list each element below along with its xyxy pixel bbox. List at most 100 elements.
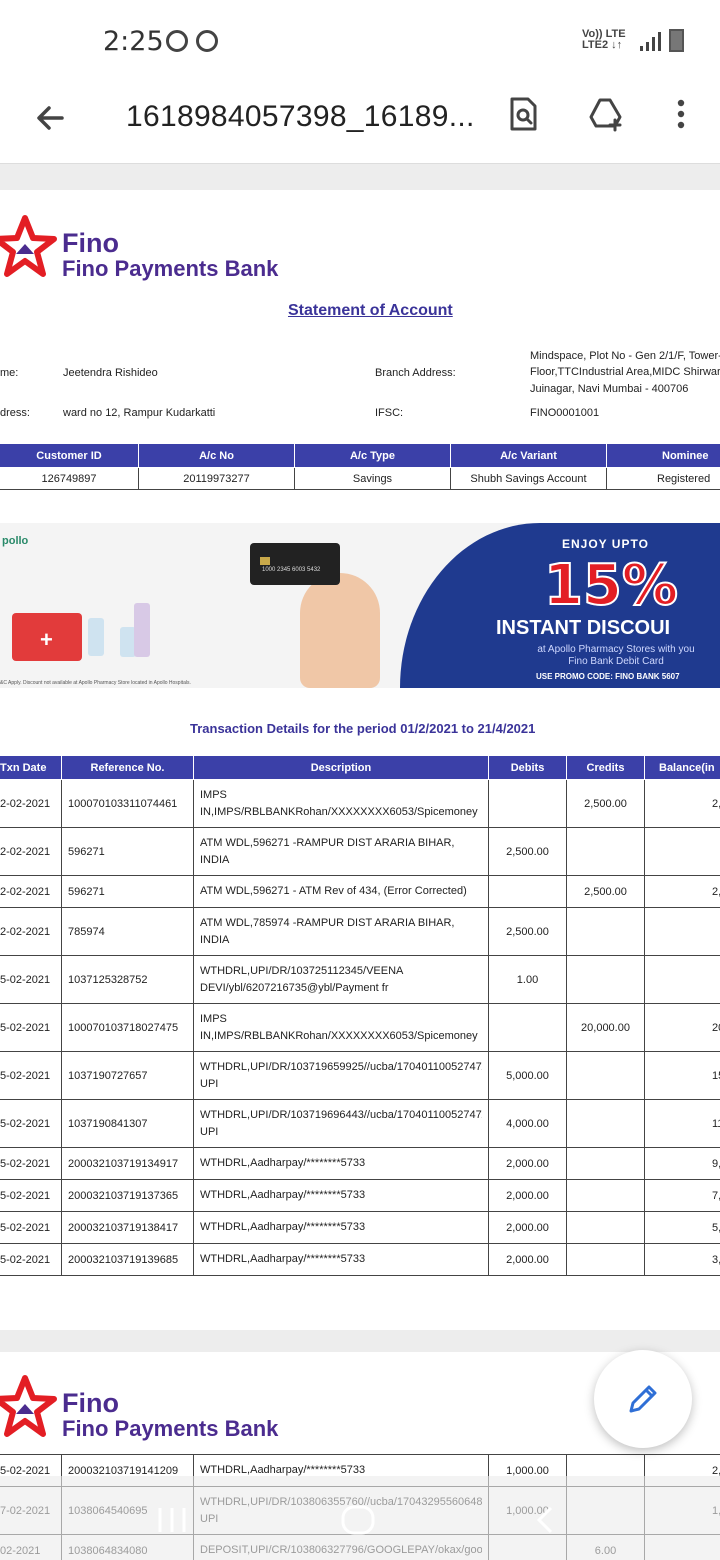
find-in-document-icon[interactable]	[505, 96, 541, 132]
txn-description-line: DEVI/ybl/6207216735@ybl/Payment fr	[200, 981, 389, 994]
col-txn-date: Txn Date	[0, 755, 62, 780]
pdf-page-1: Fino Fino Payments Bank Statement of Acc…	[0, 190, 720, 1330]
banner-subtext-line-1: at Apollo Pharmacy Stores with you	[537, 644, 695, 655]
pencil-icon	[629, 1385, 657, 1413]
txn-credit	[566, 1243, 645, 1276]
medicine-bottle-image	[88, 618, 104, 656]
txn-credit	[566, 955, 645, 1004]
document-title: 1618984057398_16189...	[126, 100, 475, 133]
more-options-icon[interactable]	[663, 96, 699, 132]
table-row: 2-02-2021 596271 ATM WDL,596271 - ATM Rev …	[0, 875, 720, 908]
back-arrow-icon[interactable]	[30, 98, 70, 138]
txn-balance: 2,	[644, 875, 720, 908]
card-number: 1000 2345 6003 5432	[262, 567, 321, 573]
table-row: 5-02-2021 1037190841307 WTHDRL,UPI/DR/1037…	[0, 1099, 720, 1148]
col-debits: Debits	[488, 755, 567, 780]
table-row: 5-02-2021 200032103719134917 WTHDRL,Aadhar…	[0, 1147, 720, 1180]
ifsc-code: FINO0001001	[530, 407, 600, 419]
txn-description-line: ATM WDL,596271 - ATM Rev of 434, (Error …	[200, 885, 467, 897]
txn-date: 5-02-2021	[0, 1003, 62, 1052]
col-ac-no: A/c No	[138, 443, 295, 468]
table-row: 2-02-2021 100070103311074461 IMPS IN,IMPS/R…	[0, 779, 720, 828]
table-row: 5-02-2021 200032103719139685 WTHDRL,Aadhar…	[0, 1243, 720, 1276]
txn-debit: 2,000.00	[488, 1147, 567, 1180]
logo-fino-text: Fino	[62, 228, 119, 258]
notification-icons	[166, 30, 218, 52]
banner-subtext: at Apollo Pharmacy Stores with you Fino …	[506, 644, 720, 668]
txn-description: WTHDRL,Aadharpay/********5733	[193, 1179, 489, 1212]
txn-description-line: WTHDRL,Aadharpay/********5733	[200, 1221, 366, 1233]
txn-debit: 2,000.00	[488, 1211, 567, 1244]
txn-description: WTHDRL,Aadharpay/********5733	[193, 1147, 489, 1180]
logo-bank-text: Fino Payments Bank	[62, 1416, 279, 1441]
statement-title: Statement of Account	[288, 302, 453, 319]
customer-address: ward no 12, Rampur Kudarkatti	[63, 407, 216, 419]
txn-date: 5-02-2021	[0, 1179, 62, 1212]
txn-credit: 20,000.00	[566, 1003, 645, 1052]
account-value-row: 126749897 20119973277 Savings Shubh Savi…	[0, 467, 720, 490]
txn-description: ATM WDL,785974 -RAMPUR DIST ARARIA BIHAR…	[193, 907, 489, 956]
col-ac-type: A/c Type	[294, 443, 451, 468]
fino-logo: Fino Fino Payments Bank	[0, 1372, 290, 1452]
txn-credit	[566, 1211, 645, 1244]
txn-description: WTHDRL,UPI/DR/103725112345/VEENA DEVI/ybl…	[193, 955, 489, 1004]
txn-balance	[644, 827, 720, 876]
txn-description: IMPS IN,IMPS/RBLBANKRohan/XXXXXXXX6053/Sp…	[193, 1003, 489, 1052]
txn-debit: 4,000.00	[488, 1099, 567, 1148]
col-reference: Reference No.	[61, 755, 194, 780]
col-description: Description	[193, 755, 489, 780]
txn-reference: 1037190727657	[61, 1051, 194, 1100]
txn-balance: 11,	[644, 1099, 720, 1148]
status-time: 2:25	[103, 26, 164, 57]
txn-description-line: WTHDRL,UPI/DR/103719696443//ucba/1704011…	[200, 1108, 482, 1121]
status-bar: 2:25 Vo)) LTE LTE2 ↓↑	[0, 0, 720, 82]
txn-description: IMPS IN,IMPS/RBLBANKRohan/XXXXXXXX6053/Sp…	[193, 779, 489, 828]
txn-reference: 100070103311074461	[61, 779, 194, 828]
txn-credit	[566, 1179, 645, 1212]
app-toolbar: 1618984057398_16189...	[0, 82, 720, 164]
address-label: dress:	[0, 407, 30, 419]
txn-credit: 2,500.00	[566, 779, 645, 828]
edit-fab-button[interactable]	[594, 1350, 692, 1448]
add-to-drive-icon[interactable]	[588, 96, 624, 132]
txn-description: WTHDRL,Aadharpay/********5733	[193, 1211, 489, 1244]
col-customer-id: Customer ID	[0, 443, 139, 468]
txn-date: 5-02-2021	[0, 1243, 62, 1276]
txn-debit	[488, 1003, 567, 1052]
txn-credit: 2,500.00	[566, 875, 645, 908]
txn-description-line: WTHDRL,UPI/DR/103725112345/VEENA	[200, 964, 404, 977]
txn-description-line: IN,IMPS/RBLBANKRohan/XXXXXXXX6053/Spicem…	[200, 1029, 478, 1042]
txn-date: 5-02-2021	[0, 1051, 62, 1100]
txn-credit	[566, 1051, 645, 1100]
transaction-header-row: Txn Date Reference No. Description Debit…	[0, 755, 720, 780]
txn-description-line: INDIA	[200, 933, 230, 946]
banner-subtext-line-2: Fino Bank Debit Card	[568, 656, 664, 667]
table-row: 5-02-2021 1037125328752 WTHDRL,UPI/DR/1037…	[0, 955, 720, 1004]
link-icon	[196, 30, 218, 52]
txn-credit	[566, 1099, 645, 1148]
txn-balance: 20,	[644, 1003, 720, 1052]
system-navigation-bar	[0, 1476, 720, 1560]
banner-disclaimer: &C Apply. Discount not available at Apol…	[0, 680, 191, 686]
logo-fino-text: Fino	[62, 1388, 119, 1418]
banner-instant-text: INSTANT DISCOUI	[496, 617, 671, 639]
home-icon[interactable]	[338, 1500, 378, 1540]
account-type: Savings	[294, 467, 451, 490]
txn-description: WTHDRL,UPI/DR/103719696443//ucba/1704011…	[193, 1099, 489, 1148]
branch-address-line-3: Juinagar, Navi Mumbai - 400706	[530, 383, 689, 395]
txn-description-line: INDIA	[200, 853, 230, 866]
txn-description-line: ATM WDL,785974 -RAMPUR DIST ARARIA BIHAR…	[200, 916, 455, 929]
nominee-status: Registered	[606, 467, 720, 490]
recent-apps-icon[interactable]	[152, 1500, 192, 1540]
txn-debit: 2,500.00	[488, 907, 567, 956]
txn-description-line: WTHDRL,UPI/DR/103719659925//ucba/1704011…	[200, 1060, 482, 1073]
col-credits: Credits	[566, 755, 645, 780]
fino-logo: Fino Fino Payments Bank	[0, 212, 290, 292]
back-nav-icon[interactable]	[527, 1500, 567, 1540]
txn-reference: 785974	[61, 907, 194, 956]
txn-balance	[644, 955, 720, 1004]
txn-description-line: IMPS	[200, 788, 227, 801]
network-bottom: LTE2 ↓↑	[582, 39, 623, 51]
txn-balance: 15,	[644, 1051, 720, 1100]
txn-credit	[566, 827, 645, 876]
